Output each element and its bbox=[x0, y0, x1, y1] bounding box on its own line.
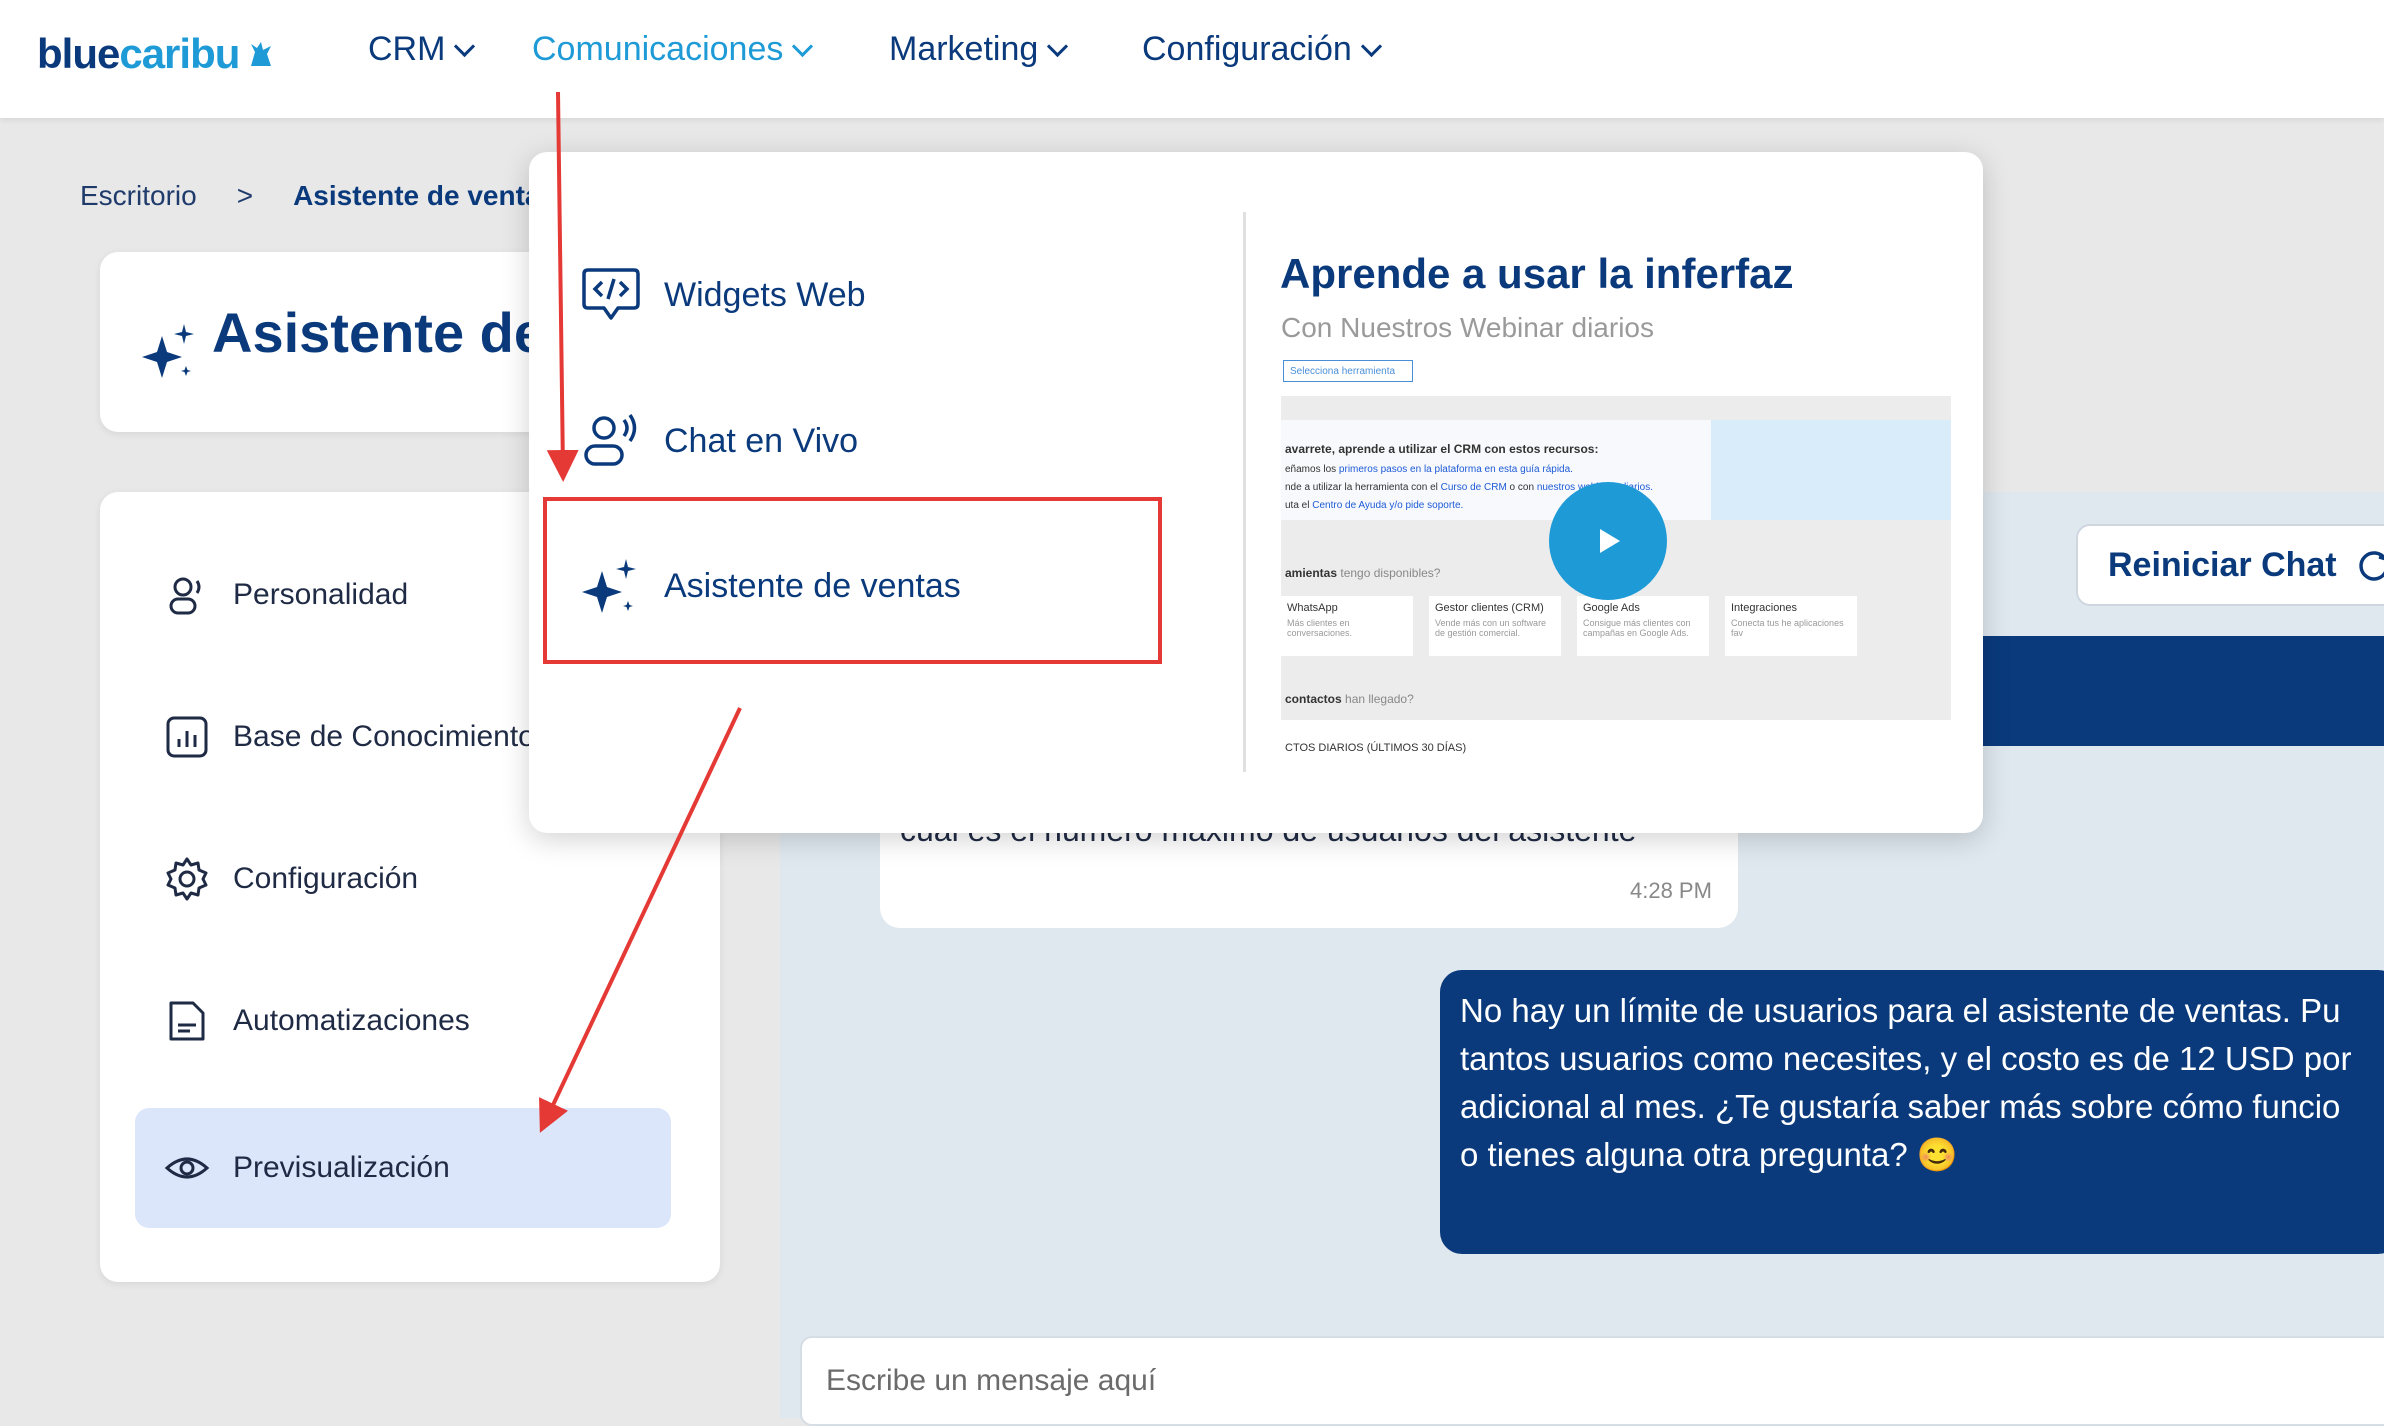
user-voice-icon bbox=[169, 577, 201, 615]
message-composer bbox=[800, 1336, 2384, 1426]
chart-icon bbox=[166, 716, 208, 758]
nav-marketing-label: Marketing bbox=[889, 30, 1039, 68]
thumbnail-link: Curso de CRM bbox=[1440, 482, 1507, 493]
sidebar-item-label: Base de Conocimiento bbox=[233, 720, 535, 753]
bot-message-line: tantos usuarios como necesites, y el cos… bbox=[1460, 1040, 2352, 1077]
breadcrumb-separator: > bbox=[236, 180, 254, 211]
sidebar-item-label: Configuración bbox=[233, 862, 419, 895]
breadcrumb-current: Asistente de ventas bbox=[293, 180, 557, 211]
thumbnail-line: CTOS DIARIOS (ÚLTIMOS 30 DÍAS) bbox=[1285, 742, 1467, 754]
nav-comunicaciones-label: Comunicaciones bbox=[532, 30, 784, 68]
learn-title: Aprende a usar la inferfaz bbox=[1280, 250, 1794, 297]
thumbnail-card-google-ads: Google Ads Consigue más clientes con camp… bbox=[1577, 596, 1709, 656]
nav-configuracion-label: Configuración bbox=[1142, 30, 1352, 68]
thumbnail-card-whatsapp: WhatsApp Más clientes en conversaciones. bbox=[1281, 596, 1413, 656]
bot-message-line: adicional al mes. ¿Te gustaría saber más… bbox=[1460, 1088, 2341, 1125]
bluecaribu-logo[interactable]: blue caribu bbox=[37, 30, 277, 78]
eye-icon bbox=[164, 1157, 210, 1179]
thumbnail-line: eñamos los primeros pasos en la platafor… bbox=[1285, 464, 1573, 475]
sidebar-item-label: Previsualización bbox=[233, 1151, 450, 1184]
thumbnail-text: amientas bbox=[1285, 566, 1338, 580]
play-triangle-icon bbox=[1600, 529, 1620, 553]
thumbnail-line: avarrete, aprende a utilizar el CRM con … bbox=[1285, 442, 1599, 456]
breadcrumb: Escritorio > Asistente de ventas bbox=[80, 180, 556, 212]
caribou-logo-icon bbox=[251, 42, 272, 66]
thumbnail-card-title: Integraciones bbox=[1731, 602, 1798, 614]
thumbnail-illustration bbox=[1711, 420, 1951, 520]
nav-marketing[interactable]: Marketing bbox=[889, 30, 1069, 69]
live-chat-icon bbox=[584, 414, 637, 466]
thumbnail-text: o con bbox=[1506, 482, 1537, 493]
dropdown-divider bbox=[1243, 212, 1246, 772]
chevron-down-icon bbox=[1360, 35, 1382, 58]
logo-text-caribu: caribu bbox=[119, 30, 240, 77]
reset-chat-button[interactable]: Reiniciar Chat bbox=[2076, 524, 2384, 606]
webinar-video-thumbnail[interactable]: Selecciona herramienta avarrete, aprende… bbox=[1281, 356, 1951, 776]
thumbnail-card-title: WhatsApp bbox=[1287, 602, 1338, 614]
thumbnail-text: tengo disponibles? bbox=[1340, 566, 1441, 580]
thumbnail-card-desc: Más clientes en conversaciones. bbox=[1287, 618, 1353, 638]
reset-chat-label: Reiniciar Chat bbox=[2108, 545, 2337, 584]
menu-item-label: Chat en Vivo bbox=[664, 421, 859, 460]
thumbnail-card-integraciones: Integraciones Conecta tus he aplicaciones… bbox=[1725, 596, 1857, 656]
message-input[interactable] bbox=[824, 1363, 2384, 1399]
breadcrumb-home[interactable]: Escritorio bbox=[80, 180, 197, 212]
menu-item-label: Widgets Web bbox=[664, 275, 866, 314]
thumbnail-card-title: Google Ads bbox=[1583, 602, 1640, 614]
thumbnail-text: han llegado? bbox=[1345, 692, 1414, 706]
chevron-down-icon bbox=[454, 35, 476, 58]
document-icon bbox=[169, 1001, 205, 1041]
nav-comunicaciones[interactable]: Comunicaciones bbox=[532, 30, 814, 69]
chevron-down-icon bbox=[792, 35, 814, 58]
gear-icon bbox=[166, 857, 208, 901]
thumbnail-card-desc: Conecta tus he aplicaciones fav bbox=[1731, 618, 1844, 638]
menu-item-widgets-web[interactable]: Widgets Web bbox=[580, 240, 1140, 350]
thumbnail-line: uta el Centro de Ayuda y/o pide soporte. bbox=[1285, 500, 1463, 511]
thumbnail-text: nde a utilizar la herramienta con el bbox=[1285, 482, 1441, 493]
user-message-time: 4:28 PM bbox=[1630, 878, 1712, 903]
nav-crm-label: CRM bbox=[368, 30, 446, 68]
thumbnail-card-desc: Consigue más clientes con campañas en Go… bbox=[1583, 618, 1691, 638]
nav-crm[interactable]: CRM bbox=[368, 30, 476, 69]
sidebar-item-previsualizacion[interactable]: Previsualización bbox=[135, 1108, 671, 1228]
sparkle-icon bbox=[142, 324, 194, 378]
sidebar-item-label: Personalidad bbox=[233, 578, 409, 611]
play-icon[interactable] bbox=[1549, 482, 1667, 600]
sidebar-item-configuracion[interactable]: Configuración bbox=[135, 819, 671, 939]
thumbnail-text: eñamos los bbox=[1285, 464, 1339, 475]
menu-item-chat-en-vivo[interactable]: Chat en Vivo bbox=[580, 386, 1140, 496]
learn-subtitle: Con Nuestros Webinar diarios bbox=[1281, 312, 1654, 343]
thumbnail-text: contactos bbox=[1285, 692, 1342, 706]
highlight-box bbox=[543, 497, 1162, 664]
thumbnail-line: contactos han llegado? bbox=[1285, 692, 1414, 706]
nav-configuracion[interactable]: Configuración bbox=[1142, 30, 1382, 69]
thumbnail-line: amientas tengo disponibles? bbox=[1285, 566, 1440, 580]
thumbnail-tool-select: Selecciona herramienta bbox=[1283, 360, 1413, 382]
thumbnail-card-crm: Gestor clientes (CRM) Vende más con un so… bbox=[1429, 596, 1561, 656]
bot-message-line: o tienes alguna otra pregunta? 😊 bbox=[1460, 1136, 1958, 1173]
logo-text-blue: blue bbox=[37, 30, 120, 77]
refresh-icon bbox=[2358, 551, 2384, 581]
thumbnail-text: uta el bbox=[1285, 500, 1313, 511]
thumbnail-link: Centro de Ayuda y/o pide soporte. bbox=[1312, 500, 1464, 511]
thumbnail-card-desc: Vende más con un software de gestión com… bbox=[1435, 618, 1547, 638]
thumbnail-link: primeros pasos en la plataforma en esta … bbox=[1338, 464, 1573, 475]
chevron-down-icon bbox=[1047, 35, 1069, 58]
sidebar-item-label: Automatizaciones bbox=[233, 1004, 470, 1037]
bot-message-line: No hay un límite de usuarios para el asi… bbox=[1460, 992, 2341, 1029]
sidebar-item-automatizaciones[interactable]: Automatizaciones bbox=[135, 961, 671, 1081]
thumbnail-card-title: Gestor clientes (CRM) bbox=[1435, 602, 1544, 614]
code-chat-icon bbox=[582, 268, 640, 320]
